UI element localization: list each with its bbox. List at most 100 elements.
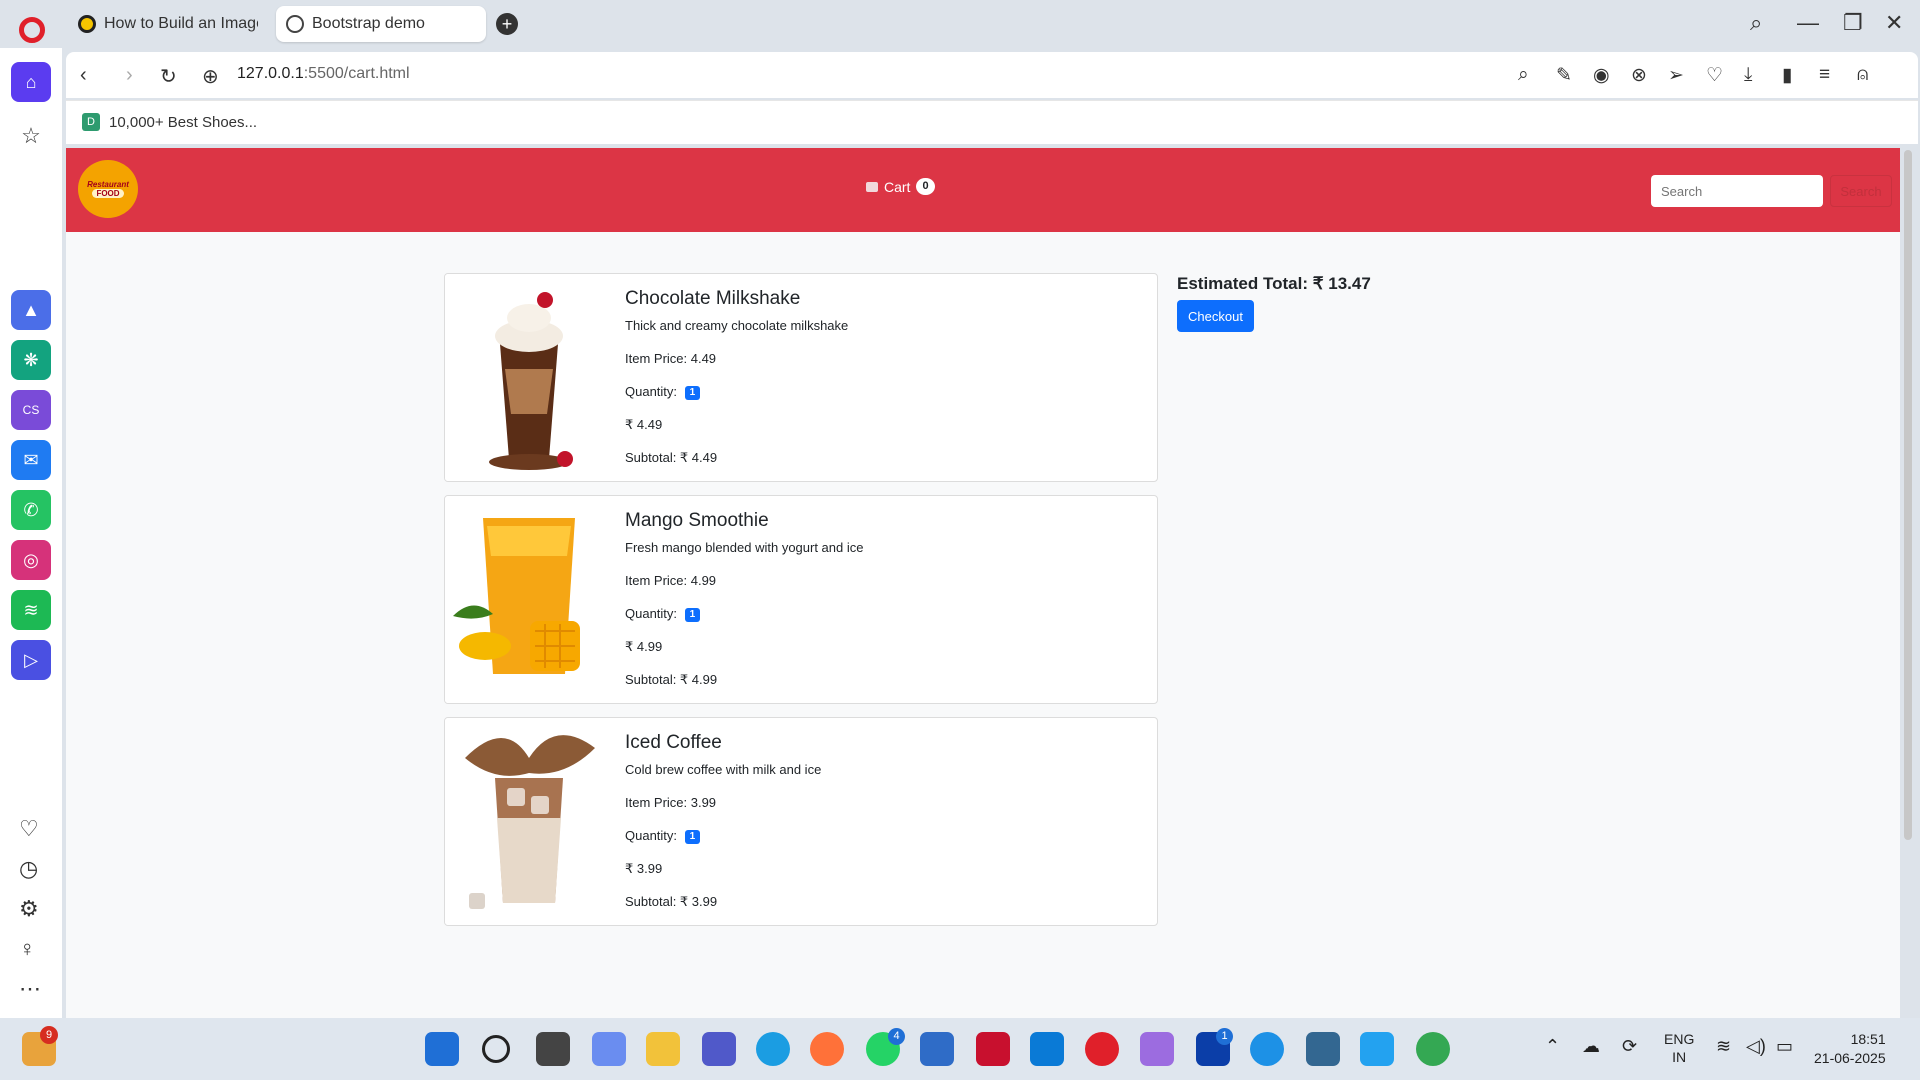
chatgpt-app-icon[interactable]: ❋ <box>11 340 51 380</box>
item-price: Item Price: 4.49 <box>625 351 717 366</box>
search-icon[interactable] <box>482 1035 510 1063</box>
messenger-app-icon[interactable]: ✉ <box>11 440 51 480</box>
search-button[interactable]: Search <box>1830 175 1892 207</box>
menu-icon[interactable]: ≡ <box>1819 64 1830 86</box>
l-app-badge: 1 <box>1216 1028 1233 1045</box>
opera-taskbar-icon[interactable] <box>1085 1032 1119 1066</box>
profile-icon[interactable]: ⍝ <box>1857 64 1868 86</box>
edge-icon[interactable] <box>756 1032 790 1066</box>
item-price: Item Price: 4.99 <box>625 573 717 588</box>
heart-icon[interactable]: ♡ <box>1706 64 1723 87</box>
url-path: :5500/cart.html <box>303 65 410 82</box>
close-icon[interactable]: ✕ <box>1885 10 1903 36</box>
instagram-app-icon[interactable]: ◎ <box>11 540 51 580</box>
notification-badge: 9 <box>40 1026 58 1044</box>
item-description: Cold brew coffee with milk and ice <box>625 762 822 777</box>
teams-icon[interactable] <box>702 1032 736 1066</box>
send-icon[interactable]: ➢ <box>1668 64 1684 87</box>
tab-title: Bootstrap demo <box>312 15 425 32</box>
browser-tab-bar: How to Build an Image Se Bootstrap demo … <box>0 0 1920 48</box>
bookmarks-bar: D 10,000+ Best Shoes... <box>66 100 1918 144</box>
whatsapp-app-icon[interactable]: ✆ <box>11 490 51 530</box>
battery-icon[interactable]: ▮ <box>1782 64 1792 87</box>
region-code: IN <box>1672 1049 1687 1065</box>
spotify-app-icon[interactable]: ≋ <box>11 590 51 630</box>
minimize-icon[interactable]: — <box>1797 10 1819 36</box>
quantity-label: Quantity: <box>625 606 678 621</box>
search-input[interactable] <box>1651 175 1823 207</box>
camera-icon[interactable]: ◉ <box>1593 64 1610 87</box>
store-icon[interactable] <box>920 1032 954 1066</box>
item-subtotal: Subtotal: ₹ 4.49 <box>625 450 718 465</box>
star-icon[interactable]: ☆ <box>11 116 51 156</box>
gemini-icon[interactable] <box>1140 1032 1174 1066</box>
start-icon[interactable] <box>425 1032 459 1066</box>
adblock-icon[interactable]: ⊗ <box>1631 64 1647 87</box>
estimated-total: Estimated Total: ₹ 13.47 <box>1177 274 1371 293</box>
chrome-icon[interactable] <box>1416 1032 1450 1066</box>
site-info-icon[interactable]: ⊕ <box>202 64 219 89</box>
forward-icon[interactable]: › <box>126 64 133 87</box>
player-app-icon[interactable]: ▷ <box>11 640 51 680</box>
restore-icon[interactable]: ❐ <box>1843 10 1863 36</box>
home-icon[interactable]: ⌂ <box>11 62 51 102</box>
copilot-icon[interactable] <box>592 1032 626 1066</box>
tab-image-search[interactable]: How to Build an Image Se <box>68 6 268 42</box>
item-line-price: ₹ 3.99 <box>625 861 663 876</box>
cart-item-card: Mango Smoothie Fresh mango blended with … <box>444 495 1158 704</box>
opera-logo-icon[interactable] <box>19 17 45 43</box>
cart-item-card: Chocolate Milkshake Thick and creamy cho… <box>444 273 1158 482</box>
chevron-up-icon[interactable]: ⌃ <box>1545 1036 1560 1057</box>
heart-icon[interactable]: ♡ <box>19 816 39 842</box>
site-navbar: Restaurant FOOD Cart 0 Search <box>66 148 1900 232</box>
file-explorer-icon[interactable] <box>646 1032 680 1066</box>
cs-app-icon[interactable]: CS <box>11 390 51 430</box>
item-name: Iced Coffee <box>625 732 722 753</box>
task-view-icon[interactable] <box>536 1032 570 1066</box>
mcafee-icon[interactable] <box>976 1032 1010 1066</box>
postgres-icon[interactable] <box>1306 1032 1340 1066</box>
history-icon[interactable]: ◷ <box>19 856 38 882</box>
cart-link[interactable]: Cart 0 <box>866 178 935 195</box>
page-scrollbar[interactable] <box>1904 150 1912 840</box>
address-bar: ‹ › ↻ ⊕ 127.0.0.1:5500/cart.html ⌕ ✎ ◉ ⊗… <box>66 52 1918 98</box>
new-tab-icon[interactable]: + <box>496 13 518 35</box>
quantity-badge: 1 <box>684 607 701 622</box>
tips-icon[interactable]: ♀ <box>19 936 36 962</box>
tab-bootstrap-demo[interactable]: Bootstrap demo <box>276 6 486 42</box>
battery-status-icon[interactable]: ▭ <box>1776 1036 1793 1057</box>
aria-app-icon[interactable]: ▲ <box>11 290 51 330</box>
bookmark-item[interactable]: D 10,000+ Best Shoes... <box>82 113 257 131</box>
quantity-label: Quantity: <box>625 384 678 399</box>
settings-icon[interactable]: ⚙ <box>19 896 39 922</box>
find-icon[interactable]: ⌕ <box>1518 64 1529 86</box>
search-tabs-icon[interactable]: ⌕ <box>1750 10 1762 36</box>
sync-icon[interactable]: ⟳ <box>1622 1036 1637 1057</box>
cloud-icon[interactable]: ☁ <box>1582 1036 1600 1057</box>
wifi-icon[interactable]: ≋ <box>1716 1036 1731 1057</box>
checkout-button[interactable]: Checkout <box>1177 300 1254 332</box>
quantity-badge: 1 <box>684 385 701 400</box>
app-icon[interactable] <box>1030 1032 1064 1066</box>
language-code: ENG <box>1664 1031 1695 1047</box>
reload-icon[interactable]: ↻ <box>160 64 177 89</box>
url-field[interactable]: 127.0.0.1:5500/cart.html <box>237 65 410 83</box>
clock-time: 18:51 <box>1850 1031 1886 1047</box>
firefox-icon[interactable] <box>810 1032 844 1066</box>
tab-favicon-icon <box>78 15 96 33</box>
language-indicator[interactable]: ENG IN <box>1664 1030 1694 1066</box>
item-quantity: Quantity: 1 <box>625 828 701 844</box>
share-icon[interactable]: ✎ <box>1556 64 1572 87</box>
docker-icon[interactable] <box>1250 1032 1284 1066</box>
iced-coffee-image <box>445 718 613 925</box>
download-icon[interactable]: ⤓ <box>1744 64 1752 86</box>
clock[interactable]: 18:51 21-06-2025 <box>1814 1030 1886 1068</box>
logo-text-top: Restaurant <box>87 180 129 189</box>
volume-icon[interactable]: ◁) <box>1746 1036 1766 1057</box>
restaurant-logo[interactable]: Restaurant FOOD <box>78 160 138 218</box>
more-icon[interactable]: ⋯ <box>19 976 41 1002</box>
quantity-badge: 1 <box>684 829 701 844</box>
bookmark-label: 10,000+ Best Shoes... <box>109 113 258 131</box>
back-icon[interactable]: ‹ <box>80 64 87 87</box>
vscode-icon[interactable] <box>1360 1032 1394 1066</box>
